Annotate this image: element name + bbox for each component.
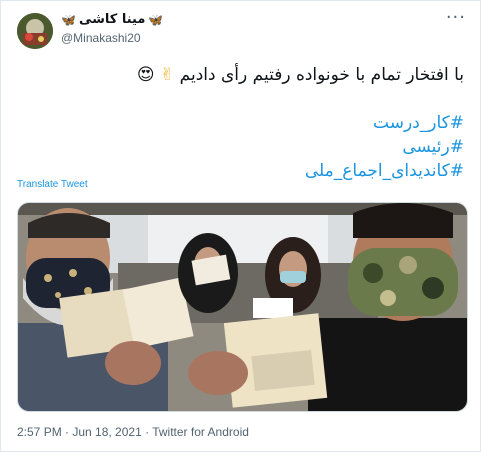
tweet-text-body: با افتخار تمام با خونواده رفتیم رأی دادی… (179, 65, 464, 85)
tweet-photo[interactable] (17, 202, 468, 412)
butterfly-icon: 🦋 (148, 12, 164, 27)
heart-eyes-icon: 😍 (136, 65, 155, 85)
tweet-photo-image (18, 203, 467, 411)
display-name[interactable]: مینا کاشی (79, 12, 145, 27)
user-handle[interactable]: @Minakashi20 (61, 31, 141, 45)
butterfly-icon: 🦋 (61, 12, 76, 27)
tweet-text: با افتخار تمام با خونواده رفتیم رأی دادی… (137, 65, 464, 85)
hashtag-list: #کار_درست #رئیسی #کاندیدای_اجماع_ملی (305, 111, 464, 183)
hashtag-link[interactable]: #کار_درست (305, 111, 464, 135)
tweet-timestamp[interactable]: 2:57 PM · Jun 18, 2021 · Twitter for And… (17, 425, 249, 439)
tweet-card: 🦋 مینا کاشی 🦋 @Minakashi20 ··· با افتخار… (0, 0, 481, 452)
hashtag-link[interactable]: #کاندیدای_اجماع_ملی (305, 159, 464, 183)
avatar-image (17, 13, 53, 49)
avatar[interactable] (17, 13, 53, 49)
hashtag-link[interactable]: #رئیسی (305, 135, 464, 159)
translate-tweet-link[interactable]: Translate Tweet (17, 179, 88, 190)
display-name-row[interactable]: 🦋 مینا کاشی 🦋 (61, 12, 163, 27)
victory-hand-icon: ✌ (160, 65, 175, 85)
more-options-icon[interactable]: ··· (446, 9, 466, 27)
